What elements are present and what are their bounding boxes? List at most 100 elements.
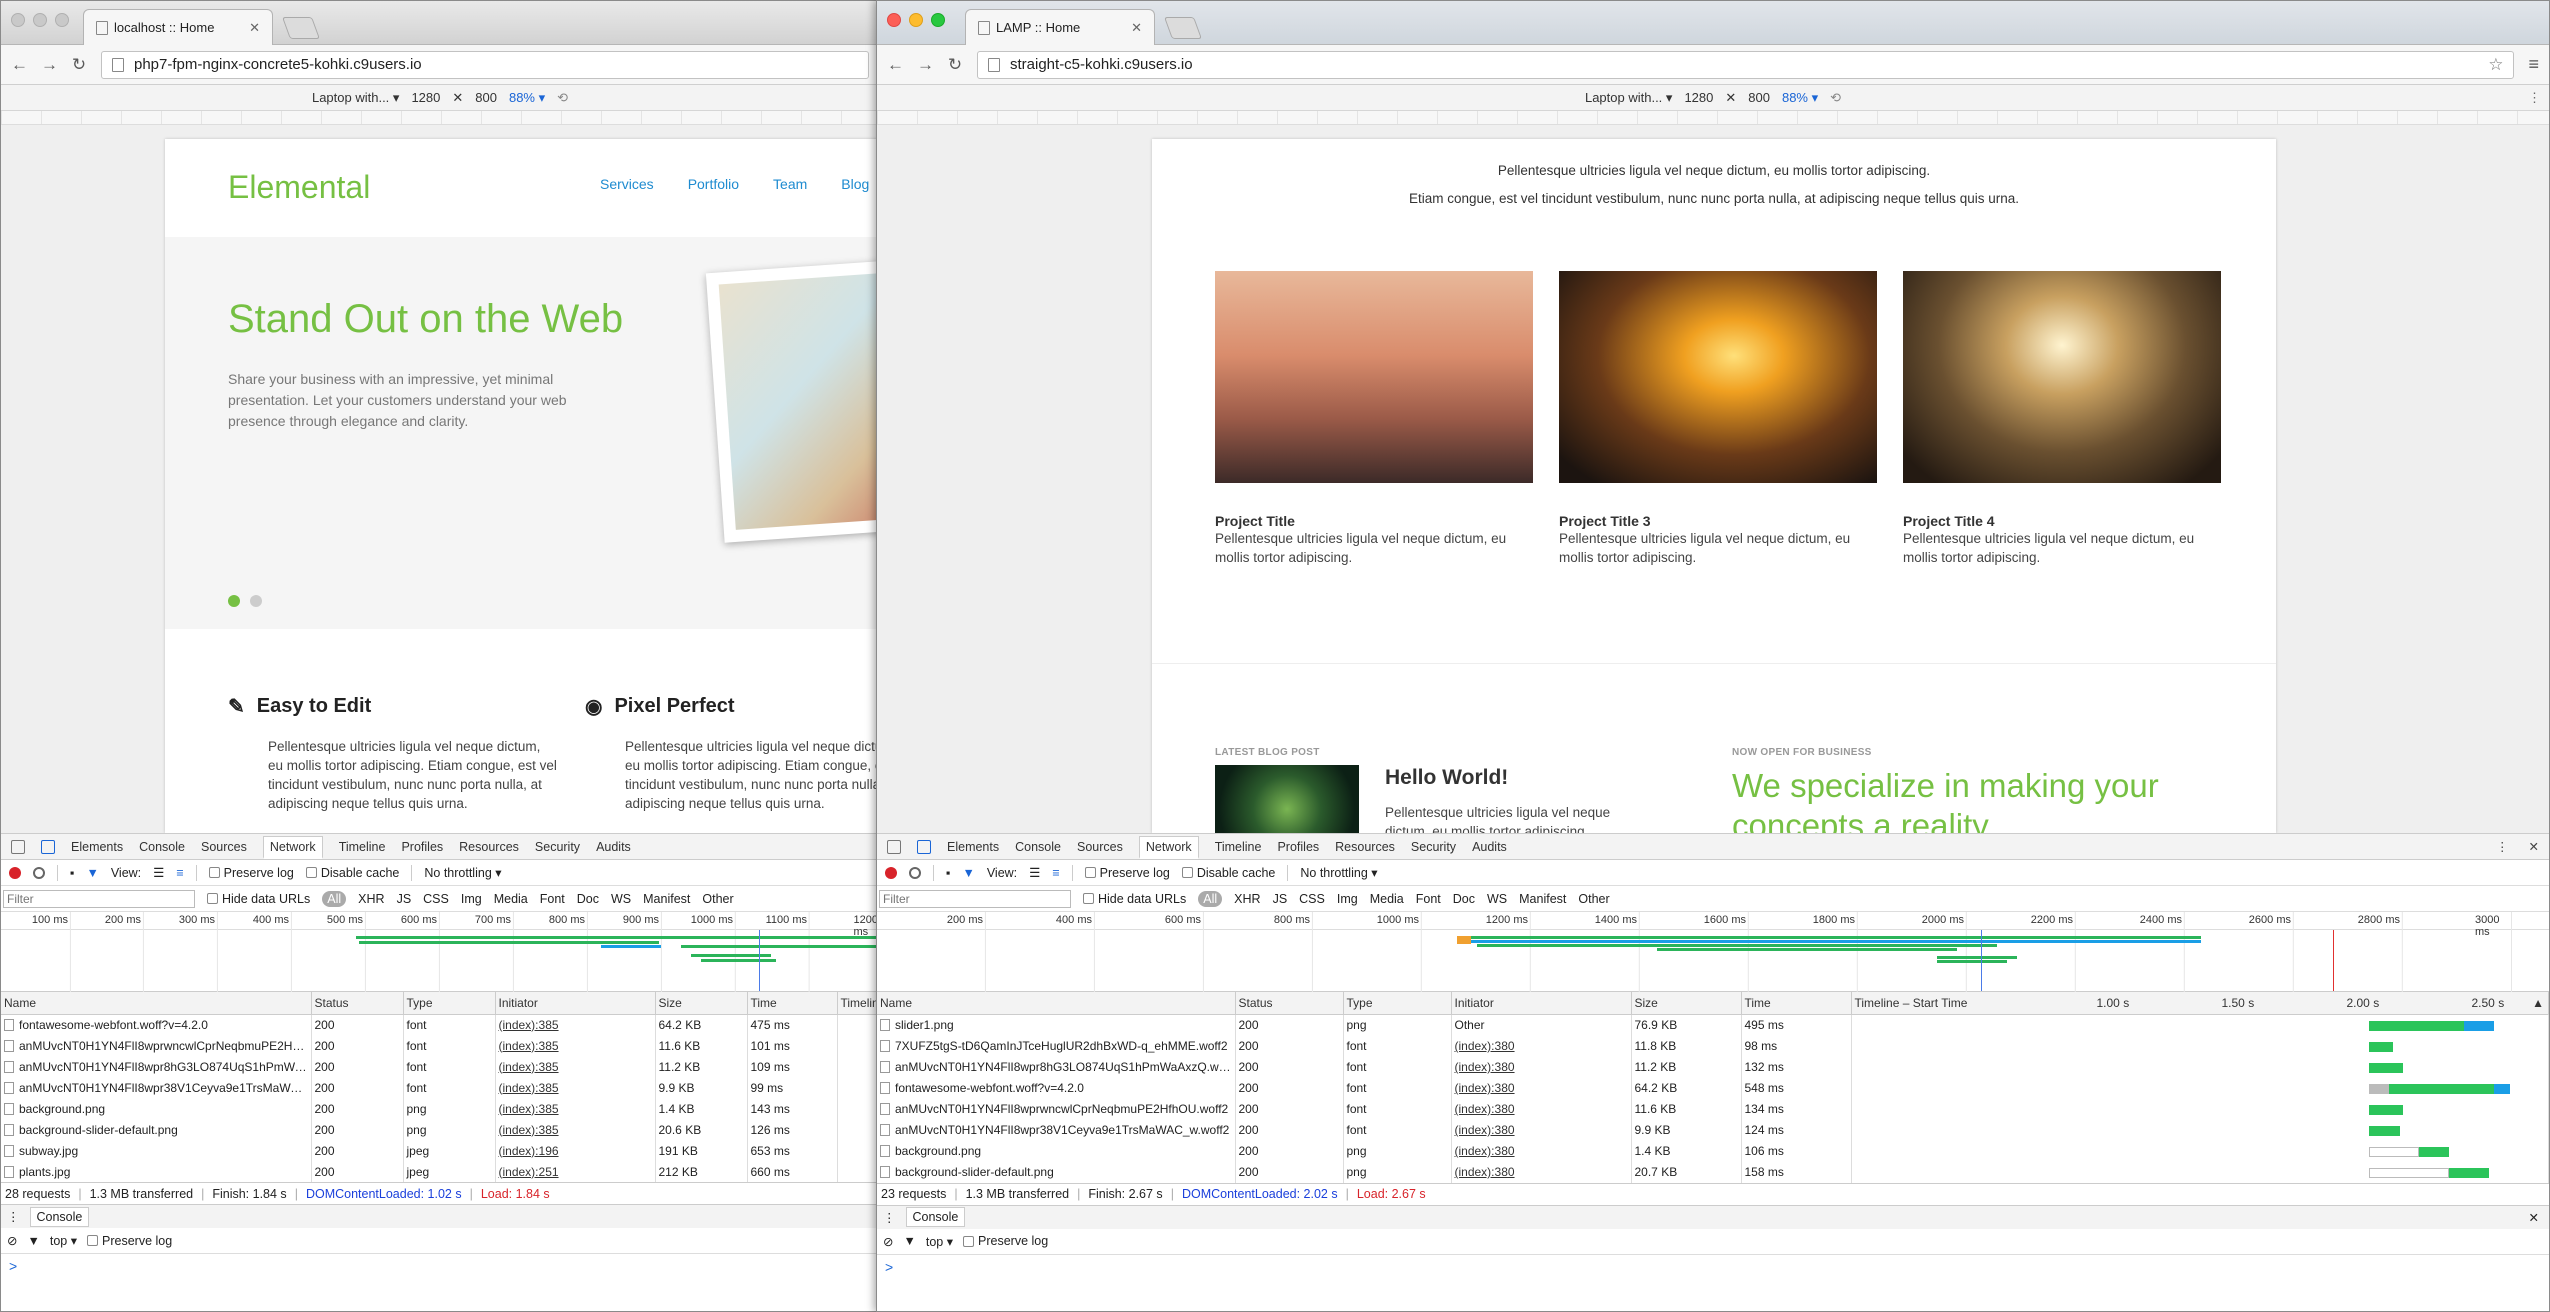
filter-media[interactable]: Media: [494, 892, 528, 906]
col-time[interactable]: Time: [1741, 992, 1852, 1015]
url-field[interactable]: php7-fpm-nginx-concrete5-kohki.c9users.i…: [101, 50, 869, 79]
table-row[interactable]: background-slider-default.png 200 png (inde…: [1, 1119, 879, 1140]
table-row[interactable]: subway.jpg 200 jpeg (index):196 191 KB 653 ms: [1, 1140, 879, 1161]
tab-network[interactable]: Network: [262, 836, 323, 859]
tab-sources[interactable]: Sources: [201, 840, 247, 854]
col-timeline[interactable]: Timeline: [837, 992, 879, 1015]
col-size[interactable]: Size: [1631, 992, 1742, 1015]
rotate-icon[interactable]: ⟲: [557, 90, 568, 106]
throttling-select[interactable]: No throttling ▾: [424, 865, 501, 880]
table-row[interactable]: anMUvcNT0H1YN4FlI8wprwncwlCprNeqbmuPE2Hf…: [1, 1035, 879, 1056]
list-view-icon[interactable]: ☰: [153, 865, 164, 880]
filter-js[interactable]: JS: [1273, 892, 1288, 906]
zoom-select[interactable]: 88% ▾: [1782, 90, 1818, 106]
filter-font[interactable]: Font: [540, 892, 565, 906]
clear-console-icon[interactable]: ⊘: [7, 1233, 17, 1248]
browser-tab[interactable]: localhost :: Home ✕: [83, 9, 273, 45]
filter-icon[interactable]: ▼: [86, 866, 98, 880]
reload-icon[interactable]: ↻: [947, 55, 963, 75]
tab-console[interactable]: Console: [139, 840, 185, 854]
camera-icon[interactable]: ▪: [946, 866, 950, 880]
tab-elements[interactable]: Elements: [71, 840, 123, 854]
table-row[interactable]: anMUvcNT0H1YN4FlI8wpr38V1Ceyva9e1TrsMaWA…: [877, 1119, 2549, 1141]
filter-manifest[interactable]: Manifest: [643, 892, 690, 906]
filter-ws[interactable]: WS: [1487, 892, 1507, 906]
table-row[interactable]: plants.jpg 200 jpeg (index):251 212 KB 660 ms: [1, 1161, 879, 1182]
device-height[interactable]: 800: [475, 90, 497, 105]
tab-audits[interactable]: Audits: [1472, 840, 1507, 854]
filter-other[interactable]: Other: [702, 892, 733, 906]
col-timeline[interactable]: Timeline – Start Time 1.00 s 1.50 s 2.00…: [1851, 992, 2549, 1015]
close-devtools-icon[interactable]: ✕: [2529, 839, 2539, 854]
record-icon[interactable]: [9, 866, 21, 879]
disable-cache-checkbox[interactable]: Disable cache: [1181, 866, 1275, 880]
network-overview[interactable]: 200 ms 400 ms 600 ms 800 ms 1000 ms 1200…: [877, 912, 2549, 992]
table-row[interactable]: anMUvcNT0H1YN4FlI8wprwncwlCprNeqbmuPE2Hf…: [877, 1098, 2549, 1120]
tab-console[interactable]: Console: [1015, 840, 1061, 854]
console-preserve-log-checkbox[interactable]: Preserve log: [87, 1234, 172, 1248]
tab-elements[interactable]: Elements: [947, 840, 999, 854]
col-size[interactable]: Size: [655, 992, 748, 1015]
device-select[interactable]: Laptop with... ▾: [312, 90, 399, 106]
context-select[interactable]: top ▾: [50, 1233, 77, 1248]
filter-img[interactable]: Img: [1337, 892, 1358, 906]
close-window-button[interactable]: [11, 13, 25, 27]
tab-audits[interactable]: Audits: [596, 840, 631, 854]
list-view-icon[interactable]: ☰: [1029, 865, 1040, 880]
table-row[interactable]: background.png 200 png (index):385 1.4 KB 143…: [1, 1098, 879, 1119]
minimize-window-button[interactable]: [33, 13, 47, 27]
close-tab-icon[interactable]: ✕: [1131, 20, 1142, 36]
console-prompt[interactable]: >: [877, 1255, 2549, 1279]
project-card[interactable]: Project Title 4 Pellentesque ultricies l…: [1903, 271, 2221, 567]
table-row[interactable]: background.png 200 png (index):380 1.4 KB 106…: [877, 1140, 2549, 1162]
waterfall-view-icon[interactable]: ≡: [176, 866, 183, 880]
filter-doc[interactable]: Doc: [1453, 892, 1475, 906]
col-type[interactable]: Type: [1343, 992, 1452, 1015]
table-row[interactable]: 7XUFZ5tgS-tD6QamInJTceHuglUR2dhBxWD-q_eh…: [877, 1035, 2549, 1057]
filter-xhr[interactable]: XHR: [358, 892, 384, 906]
clear-icon[interactable]: [909, 866, 921, 879]
blog-title[interactable]: Hello World!: [1385, 766, 1508, 790]
col-time[interactable]: Time: [747, 992, 838, 1015]
close-tab-icon[interactable]: ✕: [249, 20, 260, 36]
throttling-select[interactable]: No throttling ▾: [1300, 865, 1377, 880]
back-arrow-icon[interactable]: ←: [11, 55, 28, 75]
col-initiator[interactable]: Initiator: [495, 992, 656, 1015]
zoom-select[interactable]: 88% ▾: [509, 90, 545, 106]
browser-menu-icon[interactable]: ≡: [2528, 54, 2539, 75]
clear-console-icon[interactable]: ⊘: [883, 1234, 893, 1249]
filter-ws[interactable]: WS: [611, 892, 631, 906]
context-select[interactable]: top ▾: [926, 1234, 953, 1249]
console-prompt[interactable]: >: [1, 1254, 879, 1278]
table-row[interactable]: anMUvcNT0H1YN4FlI8wpr8hG3LO874UqS1hPmWaA…: [877, 1056, 2549, 1078]
preserve-log-checkbox[interactable]: Preserve log: [208, 866, 294, 880]
close-window-button[interactable]: [887, 13, 901, 27]
nav-portfolio[interactable]: Portfolio: [688, 176, 739, 192]
network-overview[interactable]: 100 ms 200 ms 300 ms 400 ms 500 ms 600 m…: [1, 912, 879, 992]
hide-data-urls-checkbox[interactable]: Hide data URLs: [207, 892, 310, 906]
table-row[interactable]: anMUvcNT0H1YN4FlI8wpr38V1Ceyva9e1TrsMaWA…: [1, 1077, 879, 1098]
back-arrow-icon[interactable]: ←: [887, 55, 904, 75]
col-initiator[interactable]: Initiator: [1451, 992, 1632, 1015]
browser-tab[interactable]: LAMP :: Home ✕: [965, 9, 1155, 45]
table-row[interactable]: fontawesome-webfont.woff?v=4.2.0 200 font(…: [877, 1077, 2549, 1099]
col-type[interactable]: Type: [403, 992, 496, 1015]
inspect-icon[interactable]: [11, 839, 25, 854]
filter-xhr[interactable]: XHR: [1234, 892, 1260, 906]
console-drawer-tab[interactable]: Console: [905, 1207, 966, 1227]
device-mode-icon[interactable]: [41, 839, 55, 854]
filter-input[interactable]: [3, 889, 195, 908]
col-name[interactable]: Name: [1, 992, 312, 1015]
filter-js[interactable]: JS: [397, 892, 412, 906]
hide-data-urls-checkbox[interactable]: Hide data URLs: [1083, 892, 1186, 906]
device-height[interactable]: 800: [1748, 90, 1770, 105]
tab-network[interactable]: Network: [1138, 836, 1199, 859]
project-card[interactable]: Project Title Pellentesque ultricies lig…: [1215, 271, 1533, 567]
table-row[interactable]: background-slider-default.png 200 png (inde…: [877, 1161, 2549, 1183]
filter-icon[interactable]: ▼: [962, 866, 974, 880]
tab-timeline[interactable]: Timeline: [1215, 840, 1262, 854]
new-tab-button[interactable]: [281, 17, 321, 39]
tab-profiles[interactable]: Profiles: [1277, 840, 1319, 854]
waterfall-view-icon[interactable]: ≡: [1052, 866, 1059, 880]
preserve-log-checkbox[interactable]: Preserve log: [1084, 866, 1170, 880]
